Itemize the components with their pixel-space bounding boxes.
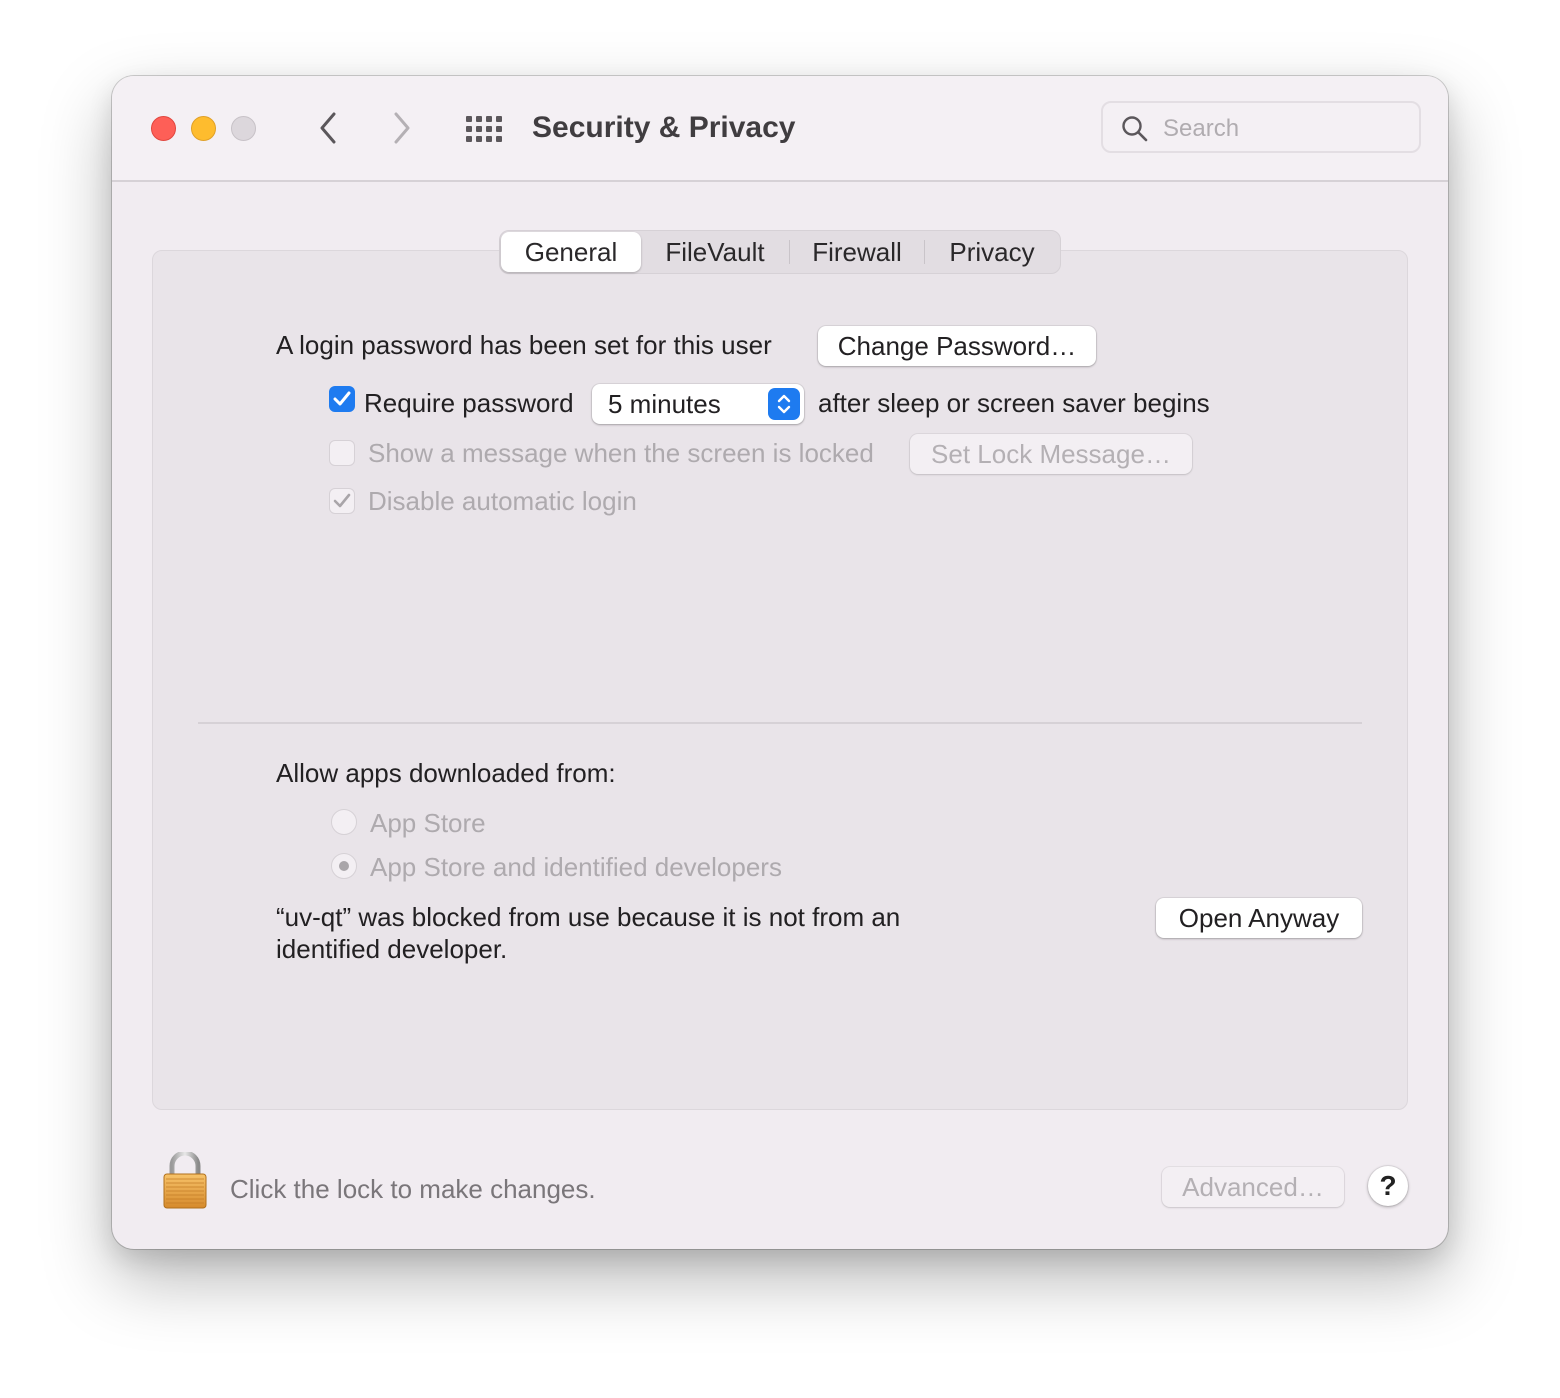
password-status-label: A login password has been set for this u… [276, 330, 772, 360]
radio-app-store-identified-label: App Store and identified developers [370, 852, 782, 882]
search-icon [1122, 116, 1148, 142]
require-password-suffix: after sleep or screen saver begins [818, 388, 1210, 418]
radio-app-store-identified[interactable] [331, 853, 357, 879]
title-bar: Security & Privacy [112, 76, 1448, 182]
close-button[interactable] [151, 116, 176, 141]
section-divider [198, 722, 1362, 724]
tab-bar: General FileVault Firewall Privacy [499, 230, 1061, 274]
search-input[interactable] [1161, 111, 1405, 147]
help-button[interactable]: ? [1368, 1166, 1408, 1206]
require-password-delay-popup[interactable]: 5 minutes [592, 384, 804, 424]
chevron-right-icon [394, 112, 410, 144]
minimize-button[interactable] [191, 116, 216, 141]
padlock-icon [163, 1150, 207, 1209]
require-password-label: Require password [364, 388, 574, 418]
back-button[interactable] [308, 108, 348, 148]
security-privacy-window: Security & Privacy General FileVault Fir… [112, 76, 1448, 1249]
change-password-button[interactable]: Change Password… [818, 326, 1096, 366]
general-tab-panel [152, 250, 1408, 1110]
radio-app-store[interactable] [331, 809, 357, 835]
show-message-checkbox[interactable] [329, 440, 355, 466]
checkmark-icon [333, 493, 351, 508]
blocked-app-message-line2: identified developer. [276, 934, 508, 964]
blocked-app-message-line1: “uv-qt” was blocked from use because it … [276, 902, 901, 932]
checkmark-icon [333, 391, 351, 406]
require-password-delay-value: 5 minutes [608, 389, 721, 419]
open-anyway-button[interactable]: Open Anyway [1156, 898, 1362, 938]
tab-firewall[interactable]: Firewall [790, 232, 924, 272]
tab-general[interactable]: General [501, 232, 641, 272]
search-field[interactable] [1101, 101, 1421, 153]
disable-auto-login-label: Disable automatic login [368, 486, 637, 516]
require-password-checkbox[interactable] [329, 386, 355, 412]
window-title: Security & Privacy [532, 111, 796, 144]
radio-app-store-label: App Store [370, 808, 486, 838]
zoom-button[interactable] [231, 116, 256, 141]
show-message-label: Show a message when the screen is locked [368, 438, 874, 468]
show-all-button[interactable] [464, 114, 504, 144]
radio-selected-dot [339, 861, 349, 871]
allow-apps-label: Allow apps downloaded from: [276, 758, 616, 788]
disable-auto-login-checkbox[interactable] [329, 488, 355, 514]
set-lock-message-button[interactable]: Set Lock Message… [910, 434, 1192, 474]
tab-filevault[interactable]: FileVault [641, 232, 789, 272]
forward-button[interactable] [382, 108, 422, 148]
lock-status-label: Click the lock to make changes. [230, 1174, 596, 1204]
lock-button[interactable] [162, 1150, 208, 1215]
chevron-left-icon [320, 112, 336, 144]
advanced-button[interactable]: Advanced… [1162, 1167, 1344, 1207]
popup-arrows-icon [768, 388, 800, 420]
tab-privacy[interactable]: Privacy [925, 232, 1059, 272]
